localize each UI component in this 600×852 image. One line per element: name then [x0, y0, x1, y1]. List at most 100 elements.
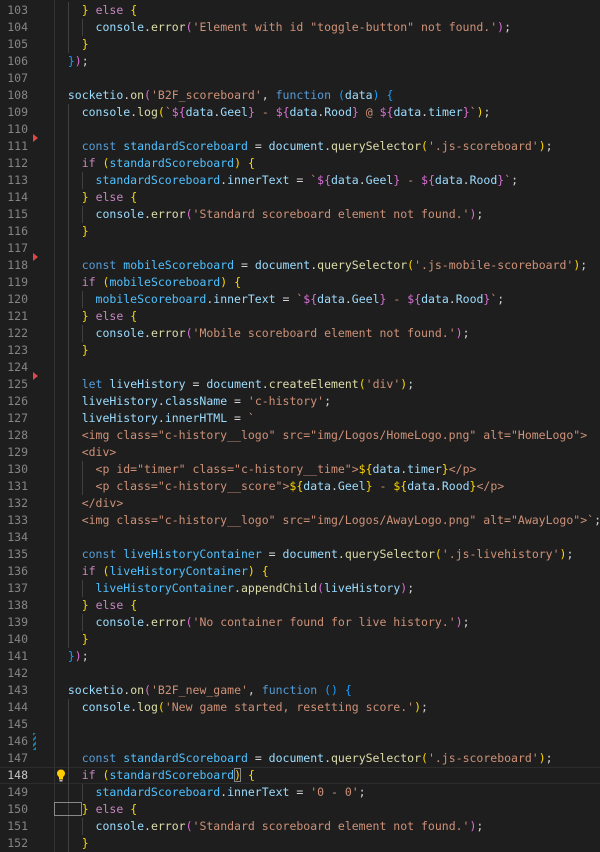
- code-line[interactable]: 148 if (standardScoreboard) {: [0, 766, 600, 784]
- code-line[interactable]: 133 <img class="c-history__logo" src="im…: [0, 511, 600, 529]
- code-text[interactable]: console.log(`${data.Geel} - ${data.Rood}…: [54, 104, 491, 121]
- code-text[interactable]: if (mobileScoreboard) {: [54, 274, 241, 291]
- code-text[interactable]: [54, 240, 82, 257]
- code-line[interactable]: 127 liveHistory.innerHTML = `: [0, 409, 600, 427]
- code-text[interactable]: <div>: [54, 444, 117, 461]
- code-text[interactable]: [54, 359, 82, 376]
- code-text[interactable]: if (standardScoreboard) {: [54, 767, 255, 784]
- code-text[interactable]: } else {: [54, 597, 137, 614]
- code-line[interactable]: 111 const standardScoreboard = document.…: [0, 137, 600, 155]
- code-text[interactable]: <p id="timer" class="c-history__time">${…: [54, 461, 477, 478]
- code-line[interactable]: 144 console.log('New game started, reset…: [0, 698, 600, 716]
- code-line[interactable]: 104 console.error('Element with id "togg…: [0, 18, 600, 36]
- code-line[interactable]: 147 const standardScoreboard = document.…: [0, 749, 600, 767]
- code-line[interactable]: 103 } else {: [0, 1, 600, 19]
- code-line[interactable]: 136 if (liveHistoryContainer) {: [0, 562, 600, 580]
- code-line[interactable]: 140 }: [0, 630, 600, 648]
- code-line[interactable]: 106 });: [0, 53, 600, 70]
- lightbulb-icon[interactable]: [56, 769, 66, 782]
- code-line[interactable]: 110: [0, 120, 600, 138]
- code-line[interactable]: 119 if (mobileScoreboard) {: [0, 273, 600, 291]
- code-text[interactable]: }: [54, 342, 89, 359]
- code-line[interactable]: 124: [0, 358, 600, 376]
- code-editor[interactable]: 103 } else {104 console.error('Element w…: [0, 0, 600, 852]
- code-text[interactable]: [54, 529, 82, 546]
- code-line[interactable]: 117: [0, 239, 600, 257]
- code-line[interactable]: 109 console.log(`${data.Geel} - ${data.R…: [0, 103, 600, 121]
- code-text[interactable]: standardScoreboard.innerText = '0 - 0';: [54, 784, 366, 801]
- code-line[interactable]: 118 const mobileScoreboard = document.qu…: [0, 256, 600, 274]
- code-line[interactable]: 146: [0, 732, 600, 750]
- code-line[interactable]: 128 <img class="c-history__logo" src="im…: [0, 426, 600, 444]
- code-line[interactable]: 145: [0, 715, 600, 733]
- code-line[interactable]: 114 } else {: [0, 188, 600, 206]
- code-text[interactable]: } else {: [54, 308, 137, 325]
- code-text[interactable]: standardScoreboard.innerText = `${data.G…: [54, 172, 519, 189]
- code-line[interactable]: 125 let liveHistory = document.createEle…: [0, 375, 600, 393]
- code-text[interactable]: }: [54, 631, 89, 648]
- code-text[interactable]: }: [54, 223, 89, 240]
- code-line[interactable]: 129 <div>: [0, 443, 600, 461]
- code-text[interactable]: const liveHistoryContainer = document.qu…: [54, 546, 574, 563]
- code-text[interactable]: <img class="c-history__logo" src="img/Lo…: [54, 512, 600, 529]
- code-text[interactable]: if (standardScoreboard) {: [54, 155, 255, 172]
- code-text[interactable]: [54, 121, 82, 138]
- code-line[interactable]: 142: [0, 665, 600, 682]
- code-line[interactable]: 135 const liveHistoryContainer = documen…: [0, 545, 600, 563]
- code-line[interactable]: 116 }: [0, 222, 600, 240]
- code-text[interactable]: console.error('Element with id "toggle-b…: [54, 19, 511, 36]
- code-line[interactable]: 139 console.error('No container found fo…: [0, 613, 600, 631]
- git-modified-marker[interactable]: [33, 732, 36, 750]
- code-line[interactable]: 108 socketio.on('B2F_scoreboard', functi…: [0, 87, 600, 104]
- code-line[interactable]: 134: [0, 528, 600, 546]
- code-text[interactable]: }: [54, 835, 89, 852]
- code-line[interactable]: 137 liveHistoryContainer.appendChild(liv…: [0, 579, 600, 597]
- code-line[interactable]: 122 console.error('Mobile scoreboard ele…: [0, 324, 600, 342]
- code-line[interactable]: 138 } else {: [0, 596, 600, 614]
- code-text[interactable]: } else {: [54, 801, 137, 818]
- code-line[interactable]: 132 </div>: [0, 494, 600, 512]
- code-line[interactable]: 115 console.error('Standard scoreboard e…: [0, 205, 600, 223]
- code-line[interactable]: 113 standardScoreboard.innerText = `${da…: [0, 171, 600, 189]
- code-text[interactable]: liveHistory.innerHTML = `: [54, 410, 255, 427]
- code-text[interactable]: console.error('Mobile scoreboard element…: [54, 325, 470, 342]
- code-text[interactable]: }: [54, 36, 89, 53]
- code-text[interactable]: if (liveHistoryContainer) {: [54, 563, 269, 580]
- code-line[interactable]: 126 liveHistory.className = 'c-history';: [0, 392, 600, 410]
- code-text[interactable]: mobileScoreboard.innerText = `${data.Gee…: [54, 291, 505, 308]
- code-text[interactable]: console.log('New game started, resetting…: [54, 699, 428, 716]
- code-line[interactable]: 149 standardScoreboard.innerText = '0 - …: [0, 783, 600, 801]
- code-line[interactable]: 107: [0, 70, 600, 87]
- code-line[interactable]: 120 mobileScoreboard.innerText = `${data…: [0, 290, 600, 308]
- code-line[interactable]: 121 } else {: [0, 307, 600, 325]
- code-line[interactable]: 150 } else {: [0, 800, 600, 818]
- code-line[interactable]: 141 });: [0, 648, 600, 665]
- code-text[interactable]: <img class="c-history__logo" src="img/Lo…: [54, 427, 587, 444]
- code-text[interactable]: let liveHistory = document.createElement…: [54, 376, 414, 393]
- code-line[interactable]: 123 }: [0, 341, 600, 359]
- code-text[interactable]: socketio.on('B2F_new_game', function () …: [54, 682, 352, 699]
- code-line[interactable]: 131 <p class="c-history__score">${data.G…: [0, 477, 600, 495]
- code-text[interactable]: const standardScoreboard = document.quer…: [54, 750, 553, 767]
- code-text[interactable]: console.error('No container found for li…: [54, 614, 470, 631]
- code-line[interactable]: 152 }: [0, 834, 600, 852]
- code-text[interactable]: const mobileScoreboard = document.queryS…: [54, 257, 588, 274]
- code-text[interactable]: const standardScoreboard = document.quer…: [54, 138, 553, 155]
- code-text[interactable]: [54, 733, 82, 750]
- code-text[interactable]: });: [54, 53, 89, 70]
- code-line[interactable]: 130 <p id="timer" class="c-history__time…: [0, 460, 600, 478]
- code-text[interactable]: liveHistory.className = 'c-history';: [54, 393, 331, 410]
- code-text[interactable]: console.error('Standard scoreboard eleme…: [54, 818, 484, 835]
- code-text[interactable]: } else {: [54, 189, 137, 206]
- code-text[interactable]: });: [54, 648, 89, 665]
- code-line[interactable]: 151 console.error('Standard scoreboard e…: [0, 817, 600, 835]
- code-text[interactable]: <p class="c-history__score">${data.Geel}…: [54, 478, 505, 495]
- code-text[interactable]: [54, 716, 82, 733]
- code-text[interactable]: console.error('Standard scoreboard eleme…: [54, 206, 484, 223]
- code-text[interactable]: liveHistoryContainer.appendChild(liveHis…: [54, 580, 415, 597]
- code-text[interactable]: } else {: [54, 2, 137, 19]
- code-line[interactable]: 105 }: [0, 35, 600, 53]
- code-line[interactable]: 143 socketio.on('B2F_new_game', function…: [0, 682, 600, 699]
- code-line[interactable]: 112 if (standardScoreboard) {: [0, 154, 600, 172]
- code-text[interactable]: socketio.on('B2F_scoreboard', function (…: [54, 87, 394, 104]
